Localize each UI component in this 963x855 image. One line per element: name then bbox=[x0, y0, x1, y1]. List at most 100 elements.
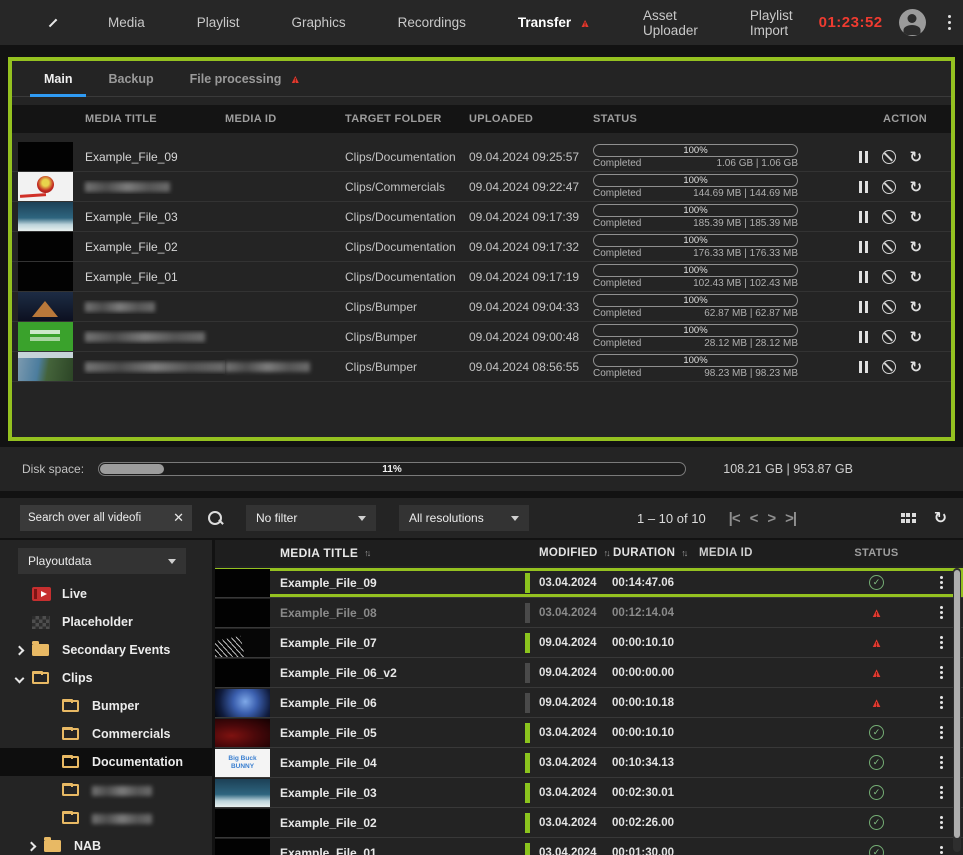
ok-status-icon: ✓ bbox=[869, 755, 884, 770]
tab-backup[interactable]: Backup bbox=[94, 72, 167, 96]
refresh-icon[interactable]: ↻ bbox=[934, 508, 947, 528]
transfer-row[interactable]: Example_File_09 Clips/Documentation 09.0… bbox=[12, 142, 951, 172]
column-header-modified[interactable]: MODIFIED↑↓ bbox=[539, 547, 623, 559]
transfer-row[interactable]: Example_File_03 Clips/Documentation 09.0… bbox=[12, 202, 951, 232]
column-header-media-id[interactable]: MEDIA ID bbox=[225, 113, 345, 125]
retry-button[interactable]: ↻ bbox=[910, 358, 923, 376]
column-header-media-title[interactable]: MEDIA TITLE↑↓ bbox=[270, 546, 525, 560]
search-icon[interactable] bbox=[206, 509, 224, 527]
status-cell: ✓▲ bbox=[834, 606, 919, 619]
cancel-button[interactable] bbox=[882, 270, 896, 284]
column-header-media-title[interactable]: MEDIA TITLE bbox=[73, 113, 225, 125]
nav-item-graphics[interactable]: Graphics bbox=[266, 15, 372, 30]
grid-view-icon[interactable] bbox=[901, 513, 916, 523]
library-row[interactable]: Example_File_05 03.04.2024 00:00:10.10 ✓… bbox=[215, 718, 963, 748]
retry-button[interactable]: ↻ bbox=[910, 148, 923, 166]
transfer-row[interactable]: Clips/Bumper 09.04.2024 08:56:55 100% Co… bbox=[12, 352, 951, 382]
pause-button[interactable] bbox=[859, 181, 868, 193]
nav-item-media[interactable]: Media bbox=[82, 15, 171, 30]
folder-icon bbox=[62, 756, 79, 768]
library-row[interactable]: Example_File_07 09.04.2024 00:00:10.10 ✓… bbox=[215, 628, 963, 658]
pause-button[interactable] bbox=[859, 151, 868, 163]
transfer-row[interactable]: Clips/Bumper 09.04.2024 09:00:48 100% Co… bbox=[12, 322, 951, 352]
sidebar-item-commercials[interactable]: Commercials bbox=[0, 720, 212, 748]
expand-icon[interactable] bbox=[14, 645, 24, 655]
nav-item-transfer[interactable]: Transfer▲ bbox=[492, 15, 617, 30]
library-row[interactable]: Example_File_01 03.04.2024 00:01:30.00 ✓… bbox=[215, 838, 963, 855]
retry-button[interactable]: ↻ bbox=[910, 268, 923, 286]
sidebar-item-secondary-events[interactable]: Secondary Events bbox=[0, 636, 212, 664]
retry-button[interactable]: ↻ bbox=[910, 328, 923, 346]
sort-icon[interactable]: ↑↓ bbox=[364, 548, 369, 558]
pause-button[interactable] bbox=[859, 331, 868, 343]
expand-icon[interactable] bbox=[26, 841, 36, 851]
pause-button[interactable] bbox=[859, 271, 868, 283]
sidebar-item-placeholder[interactable]: Placeholder bbox=[0, 608, 212, 636]
library-row[interactable]: Example_File_08 03.04.2024 00:12:14.04 ✓… bbox=[215, 598, 963, 628]
cancel-button[interactable] bbox=[882, 360, 896, 374]
cancel-button[interactable] bbox=[882, 300, 896, 314]
library-row[interactable]: Example_File_09 03.04.2024 00:14:47.06 ✓… bbox=[215, 568, 963, 598]
nav-item-playlist[interactable]: Playlist bbox=[171, 15, 266, 30]
pause-button[interactable] bbox=[859, 301, 868, 313]
library-toolbar: ✕ No filter All resolutions 1 – 10 of 10… bbox=[0, 498, 963, 538]
cancel-button[interactable] bbox=[882, 150, 896, 164]
media-title: Example_File_02 bbox=[270, 816, 525, 830]
sidebar-item-redacted[interactable] bbox=[0, 804, 212, 832]
sidebar-item-documentation[interactable]: Documentation bbox=[0, 748, 212, 776]
library-row[interactable]: Example_File_06_v2 09.04.2024 00:00:00.0… bbox=[215, 658, 963, 688]
retry-button[interactable]: ↻ bbox=[910, 238, 923, 256]
expand-menu-icon[interactable] bbox=[49, 18, 57, 26]
clear-search-icon[interactable]: ✕ bbox=[173, 510, 184, 526]
retry-button[interactable]: ↻ bbox=[910, 298, 923, 316]
resolution-dropdown[interactable]: All resolutions bbox=[399, 505, 529, 531]
library-row[interactable]: Example_File_02 03.04.2024 00:02:26.00 ✓… bbox=[215, 808, 963, 838]
cancel-button[interactable] bbox=[882, 180, 896, 194]
next-page-button[interactable]: > bbox=[764, 510, 778, 527]
cancel-button[interactable] bbox=[882, 240, 896, 254]
transfer-row[interactable]: Example_File_01 Clips/Documentation 09.0… bbox=[12, 262, 951, 292]
pause-button[interactable] bbox=[859, 211, 868, 223]
sort-icon[interactable]: ↑↓ bbox=[604, 548, 609, 558]
tab-file-processing[interactable]: File processing▲ bbox=[176, 72, 316, 96]
nav-item-playlist-import[interactable]: Playlist Import bbox=[724, 8, 819, 38]
retry-button[interactable]: ↻ bbox=[910, 178, 923, 196]
prev-page-button[interactable]: < bbox=[747, 510, 761, 527]
library-row[interactable]: Example_File_06 09.04.2024 00:00:10.18 ✓… bbox=[215, 688, 963, 718]
collapse-icon[interactable] bbox=[14, 673, 24, 683]
root-folder-dropdown[interactable]: Playoutdata bbox=[18, 548, 186, 574]
column-header-target-folder[interactable]: TARGET FOLDER bbox=[345, 113, 469, 125]
transfer-row[interactable]: Clips/Bumper 09.04.2024 09:04:33 100% Co… bbox=[12, 292, 951, 322]
nav-item-recordings[interactable]: Recordings bbox=[372, 15, 492, 30]
pause-button[interactable] bbox=[859, 361, 868, 373]
filter-dropdown[interactable]: No filter bbox=[246, 505, 376, 531]
sidebar-item-live[interactable]: Live bbox=[0, 580, 212, 608]
library-row[interactable]: Example_File_03 03.04.2024 00:02:30.01 ✓… bbox=[215, 778, 963, 808]
first-page-button[interactable]: |< bbox=[726, 510, 743, 527]
tab-main[interactable]: Main bbox=[30, 72, 86, 96]
user-avatar[interactable] bbox=[899, 9, 926, 36]
column-header-uploaded[interactable]: UPLOADED bbox=[469, 113, 593, 125]
cancel-button[interactable] bbox=[882, 330, 896, 344]
last-page-button[interactable]: >| bbox=[782, 510, 799, 527]
overflow-menu-button[interactable] bbox=[942, 13, 958, 33]
transfer-row[interactable]: Clips/Commercials 09.04.2024 09:22:47 10… bbox=[12, 172, 951, 202]
sidebar-item-bumper[interactable]: Bumper bbox=[0, 692, 212, 720]
nav-item-asset-uploader[interactable]: Asset Uploader bbox=[617, 8, 724, 38]
media-title: Example_File_06_v2 bbox=[270, 666, 525, 680]
transfer-row[interactable]: Example_File_02 Clips/Documentation 09.0… bbox=[12, 232, 951, 262]
pause-button[interactable] bbox=[859, 241, 868, 253]
scrollbar-thumb[interactable] bbox=[954, 570, 960, 838]
sort-icon[interactable]: ↑↓ bbox=[681, 548, 686, 558]
sidebar-item-redacted[interactable] bbox=[0, 776, 212, 804]
sidebar-item-nab[interactable]: NAB bbox=[0, 832, 212, 855]
column-header-duration[interactable]: DURATION↑↓ bbox=[613, 547, 709, 559]
library-row[interactable]: Big Buck BUNNY Example_File_04 03.04.202… bbox=[215, 748, 963, 778]
search-box[interactable]: ✕ bbox=[20, 505, 192, 531]
sidebar-item-clips[interactable]: Clips bbox=[0, 664, 212, 692]
retry-button[interactable]: ↻ bbox=[910, 208, 923, 226]
column-header-status[interactable]: STATUS bbox=[593, 113, 805, 125]
duration: 00:00:10.18 bbox=[612, 697, 698, 709]
search-input[interactable] bbox=[28, 512, 169, 524]
cancel-button[interactable] bbox=[882, 210, 896, 224]
